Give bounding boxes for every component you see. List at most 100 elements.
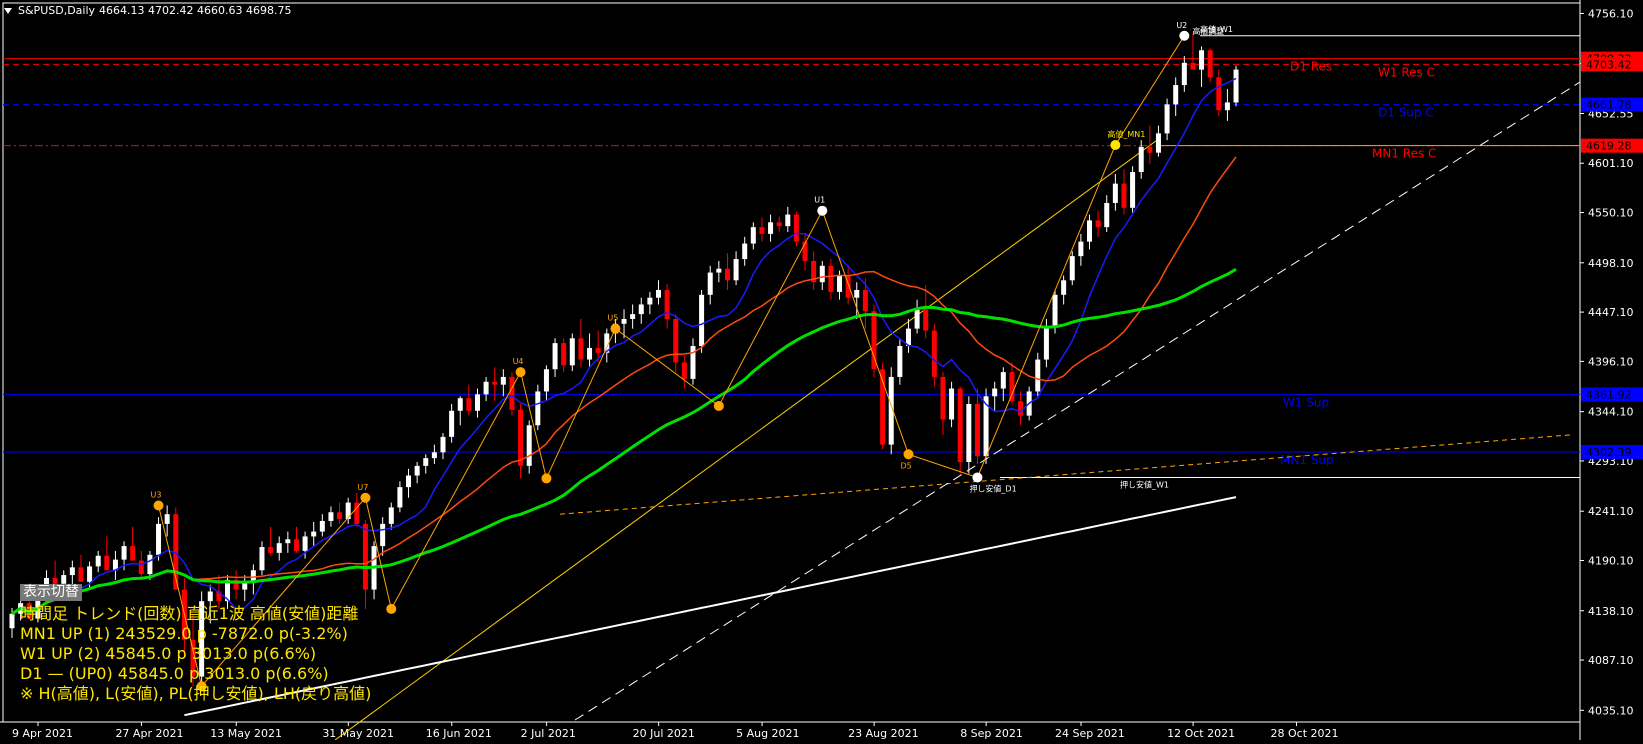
candle-body	[121, 546, 127, 560]
y-tick-label: 4190.10	[1588, 554, 1634, 567]
candle-body	[1233, 69, 1239, 103]
candle-body	[466, 398, 472, 411]
candle-body	[1061, 280, 1067, 295]
candle-body	[940, 376, 946, 420]
candle-body	[423, 458, 429, 466]
y-tick-label: 4344.10	[1588, 406, 1634, 419]
candle-body	[1199, 50, 1205, 70]
top-annotation-label: 高値調整	[1192, 26, 1224, 36]
level-label: D1 Sup C	[1378, 106, 1434, 120]
candle-body	[862, 289, 868, 312]
candle-body	[837, 275, 843, 292]
candle-body	[733, 259, 739, 281]
candle-body	[673, 318, 679, 363]
candle-body	[699, 294, 705, 347]
candle-body	[785, 214, 791, 227]
candle-body	[526, 425, 532, 466]
swing-point-marker[interactable]	[972, 472, 983, 483]
level-label: MN1 Res C	[1372, 147, 1436, 161]
candle-body	[768, 222, 774, 234]
candle-body	[647, 297, 653, 305]
swing-point-marker[interactable]	[360, 492, 371, 503]
candle-body	[638, 304, 644, 315]
candle-body	[509, 376, 515, 410]
candle-body	[966, 404, 972, 463]
swing-point-marker[interactable]	[541, 473, 552, 484]
chart-title-bar: S&PUSD,Daily 4664.13 4702.42 4660.63 469…	[4, 4, 291, 17]
candle-body	[1112, 183, 1118, 203]
swing-point-marker[interactable]	[903, 449, 914, 460]
candle-body	[52, 577, 58, 584]
swing-point-label: U7	[357, 483, 368, 492]
candle-body	[828, 265, 834, 292]
y-tick-label: 4550.10	[1588, 207, 1634, 220]
candle-body	[716, 268, 722, 273]
candle-body	[897, 346, 903, 377]
candle-body	[156, 523, 162, 555]
candle-body	[431, 452, 437, 459]
candle-body	[957, 388, 963, 463]
white-dashed-trendline	[574, 81, 1581, 721]
candle-body	[1224, 102, 1230, 111]
ma-mid-line	[11, 156, 1237, 615]
candle-body	[724, 268, 730, 281]
candle-body	[621, 318, 627, 324]
candle-body	[931, 330, 937, 377]
swing-point-marker[interactable]	[153, 500, 164, 511]
display-toggle-button[interactable]: 表示切替	[20, 584, 82, 601]
candle-body	[207, 591, 213, 602]
candle-body	[1216, 77, 1222, 111]
x-tick-label: 27 Apr 2021	[115, 727, 183, 740]
candle-body	[164, 514, 170, 524]
swing-point-marker[interactable]	[610, 323, 621, 334]
x-tick-label: 24 Sep 2021	[1055, 727, 1125, 740]
swing-point-marker[interactable]	[817, 205, 828, 216]
y-tick-label: 4087.10	[1588, 654, 1634, 667]
candle-body	[742, 243, 748, 260]
y-tick-label: 4447.10	[1588, 306, 1634, 319]
zigzag-line	[158, 35, 1185, 688]
yellow-trendline	[334, 137, 1161, 741]
candle-body	[759, 227, 765, 234]
candle-body	[552, 343, 558, 370]
candle-body	[681, 362, 687, 379]
candle-body	[362, 523, 368, 590]
candle-body	[1155, 133, 1161, 153]
swing-point-label: U3	[151, 490, 162, 499]
candle-body	[1078, 241, 1084, 257]
swing-point-marker[interactable]	[1179, 30, 1190, 41]
candle-body	[561, 343, 567, 366]
trend-info-panel: 表示切替 時間足 トレンド(回数) 直近1波 高値(安値)距離 MN1 UP (…	[20, 584, 371, 704]
y-tick-label: 4241.10	[1588, 505, 1634, 518]
candle-body	[793, 214, 799, 242]
candle-body	[1069, 256, 1075, 281]
candle-body	[285, 539, 291, 544]
candle-body	[569, 338, 575, 366]
swing-point-marker[interactable]	[386, 603, 397, 614]
y-tick-label: 4601.10	[1588, 157, 1634, 170]
candle-body	[78, 567, 84, 582]
swing-point-marker[interactable]	[713, 400, 724, 411]
candle-body	[819, 265, 825, 283]
candle-body	[276, 543, 282, 553]
candle-body	[345, 502, 351, 520]
swing-point-marker[interactable]	[515, 367, 526, 378]
candle-body	[656, 289, 661, 298]
candle-body	[492, 381, 498, 385]
swing-point-marker[interactable]	[1110, 139, 1121, 150]
swing-point-label: 高値_MN1	[1107, 129, 1145, 139]
info-row-mn1: MN1 UP (1) 243529.0 p -7872.0 p(-3.2%)	[20, 624, 348, 643]
candle-body	[1095, 220, 1101, 228]
candle-body	[328, 512, 334, 521]
candle-body	[630, 314, 636, 319]
candle-body	[500, 376, 506, 385]
candle-body	[457, 398, 463, 411]
candle-body	[595, 347, 601, 353]
candle-body	[587, 347, 593, 360]
candle-body	[1173, 85, 1179, 105]
dropdown-triangle-icon[interactable]	[4, 7, 12, 14]
candle-body	[854, 289, 860, 298]
x-tick-label: 9 Apr 2021	[12, 727, 73, 740]
swing-point-label: U4	[513, 357, 524, 366]
candle-body	[974, 404, 980, 457]
